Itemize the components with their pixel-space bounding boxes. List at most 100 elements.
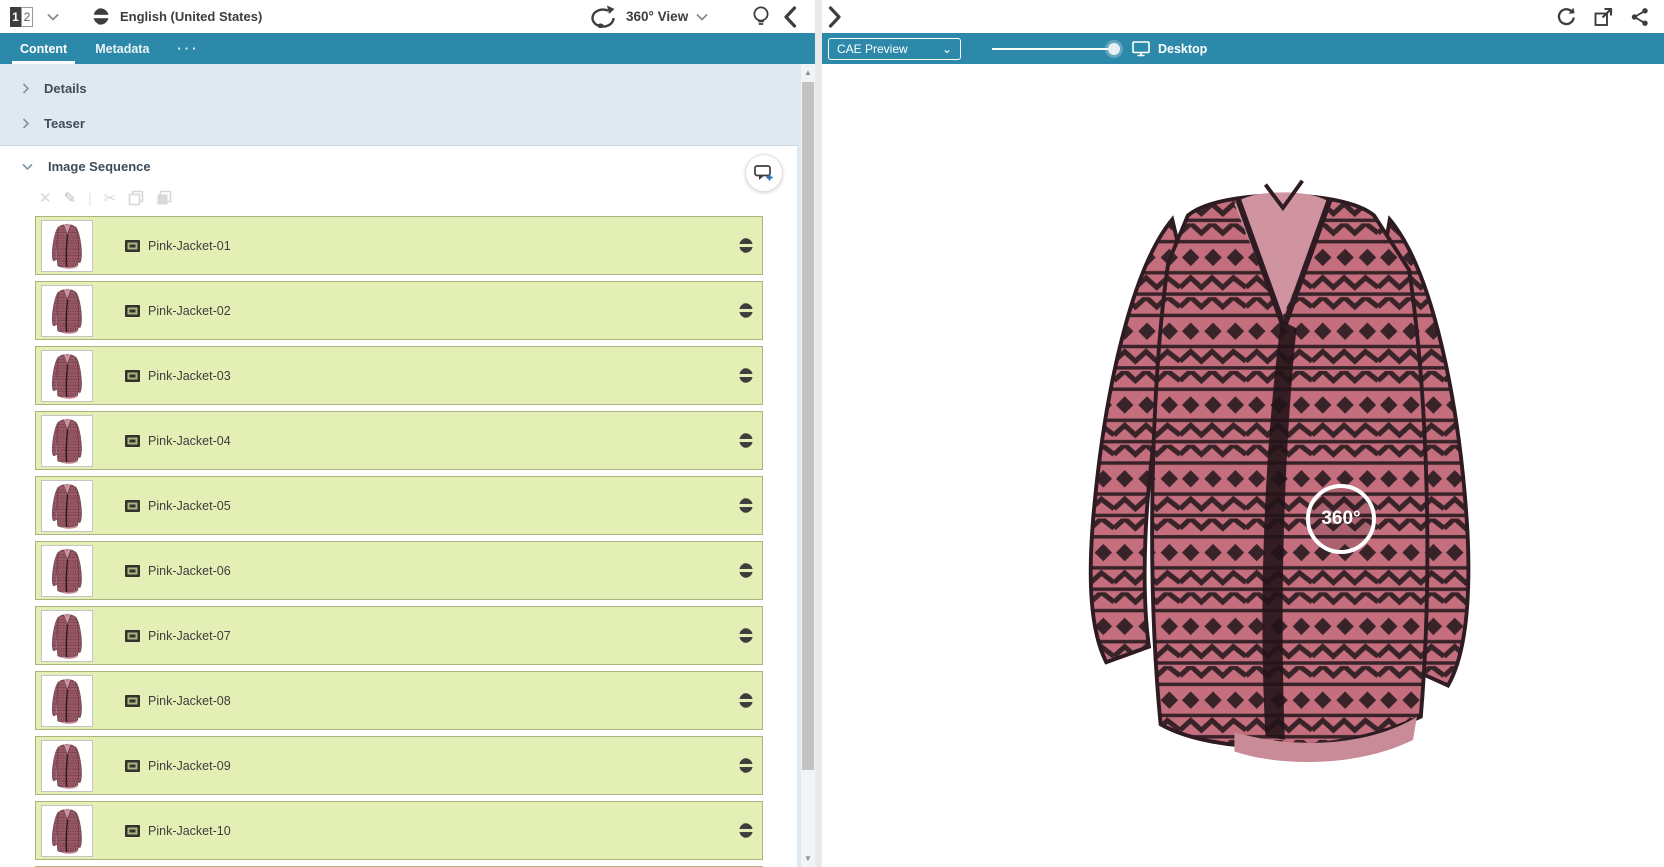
image-sequence-item[interactable]: Pink-Jacket-04 [35,411,763,470]
locale-globe-icon [737,757,754,774]
pane-divider[interactable] [815,0,822,867]
chevron-right-icon [22,82,29,94]
preview-mode-value: CAE Preview [837,41,908,56]
slider-track[interactable] [992,47,1118,50]
left-panel-scrollbar: ▲ ▼ [801,64,815,867]
preview-render-area: 360° [822,64,1664,867]
open-in-new-window-icon[interactable] [1593,7,1613,27]
comment-add-icon [754,165,773,181]
item-label: Pink-Jacket-04 [148,433,231,448]
document-type-selector[interactable]: 360° View [588,0,708,33]
item-thumbnail[interactable] [41,674,93,727]
item-thumbnail[interactable] [41,479,93,532]
image-sequence-item[interactable]: Pink-Jacket-09 [35,736,763,795]
locale-selector[interactable]: English (United States) [91,7,262,26]
locale-globe-icon [737,302,754,319]
device-width-slider[interactable] [992,38,1120,60]
scroll-up-arrow[interactable]: ▲ [801,65,815,80]
select-chevron-icon: ⌄ [941,41,952,56]
item-thumbnail[interactable] [41,609,93,662]
image-sequence-item[interactable]: Pink-Jacket-06 [35,541,763,600]
accordion-details[interactable]: Details [0,73,797,103]
add-comment-button[interactable] [745,154,783,192]
item-thumbnail[interactable] [41,284,93,337]
picture-type-icon [125,694,140,707]
item-thumbnail[interactable] [41,414,93,467]
image-sequence-list: Pink-Jacket-01 Pink-Jacket-02 Pink-Jacke… [35,216,763,860]
chevron-right-icon [22,117,29,129]
form-scroll-area: Details Teaser Image Sequence ✕ ✎ | ✂ Pi… [0,64,815,867]
document-type-label: 360° View [626,9,689,24]
item-label: Pink-Jacket-05 [148,498,231,513]
version-number-left: 1 [10,6,21,27]
picture-type-icon [125,304,140,317]
version-dropdown-chevron-icon[interactable] [47,13,59,21]
picture-type-icon [125,499,140,512]
share-icon[interactable] [1630,7,1650,27]
image-sequence-item[interactable]: Pink-Jacket-03 [35,346,763,405]
item-thumbnail[interactable] [41,739,93,792]
copy-item-icon[interactable] [128,190,144,206]
tab-content[interactable]: Content [11,33,76,64]
item-thumbnail[interactable] [41,804,93,857]
slider-thumb[interactable] [1108,42,1120,55]
collapse-panel-icon[interactable] [783,6,797,28]
accordion-teaser[interactable]: Teaser [0,108,797,138]
item-label: Pink-Jacket-06 [148,563,231,578]
accordion-image-sequence[interactable]: Image Sequence [0,146,797,186]
image-sequence-item[interactable]: Pink-Jacket-10 [35,801,763,860]
locale-globe-icon [737,627,754,644]
locale-globe-icon [737,497,754,514]
item-label: Pink-Jacket-03 [148,368,231,383]
locale-globe-icon [91,7,110,26]
expand-panel-icon[interactable] [828,5,842,28]
app-window: 1 2 English (United States) 360° View Co… [0,0,1664,867]
item-label: Pink-Jacket-09 [148,758,231,773]
toolbar-separator: | [88,190,92,206]
item-label: Pink-Jacket-07 [148,628,231,643]
tab-more-menu[interactable]: ··· [177,33,199,64]
remove-item-icon[interactable]: ✕ [39,191,52,206]
image-sequence-item[interactable]: Pink-Jacket-05 [35,476,763,535]
locale-globe-icon [737,692,754,709]
preview-toolbar: CAE Preview ⌄ Desktop [822,33,1664,64]
locale-globe-icon [737,822,754,839]
locale-label: English (United States) [120,9,263,24]
accordion-teaser-label: Teaser [44,115,85,131]
version-badge[interactable]: 1 2 [10,6,33,27]
refresh-preview-icon[interactable] [1556,7,1576,27]
picture-type-icon [125,824,140,837]
item-label: Pink-Jacket-08 [148,693,231,708]
locale-globe-icon [737,432,754,449]
version-number-right: 2 [21,6,33,27]
image-sequence-item[interactable]: Pink-Jacket-01 [35,216,763,275]
picture-type-icon [125,759,140,772]
hint-lightbulb-icon[interactable] [751,5,771,29]
badge-360[interactable]: 360° [1306,484,1376,554]
scrollbar-thumb[interactable] [802,82,814,770]
scroll-down-arrow[interactable]: ▼ [801,851,815,866]
rotate-360-icon [588,5,618,29]
paste-item-icon[interactable] [156,190,172,206]
edit-item-icon[interactable]: ✎ [64,191,77,206]
tab-metadata[interactable]: Metadata [95,33,149,64]
badge-360-label: 360° [1321,508,1361,529]
item-thumbnail[interactable] [41,544,93,597]
preview-pane: CAE Preview ⌄ Desktop 360° [822,0,1664,867]
picture-type-icon [125,239,140,252]
item-label: Pink-Jacket-10 [148,823,231,838]
image-sequence-section: Image Sequence ✕ ✎ | ✂ Pink-Jacket-01 Pi… [0,145,797,867]
item-thumbnail[interactable] [41,349,93,402]
image-sequence-item[interactable]: Pink-Jacket-07 [35,606,763,665]
locale-globe-icon [737,367,754,384]
item-thumbnail[interactable] [41,219,93,272]
cut-item-icon[interactable]: ✂ [104,191,117,206]
desktop-monitor-icon [1132,40,1150,57]
image-sequence-item[interactable]: Pink-Jacket-08 [35,671,763,730]
form-tab-bar: Content Metadata ··· [0,33,815,64]
image-sequence-item[interactable]: Pink-Jacket-02 [35,281,763,340]
jacket-360-preview-image[interactable] [1048,136,1514,804]
item-label: Pink-Jacket-01 [148,238,231,253]
picture-type-icon [125,564,140,577]
preview-mode-select[interactable]: CAE Preview ⌄ [828,37,961,60]
